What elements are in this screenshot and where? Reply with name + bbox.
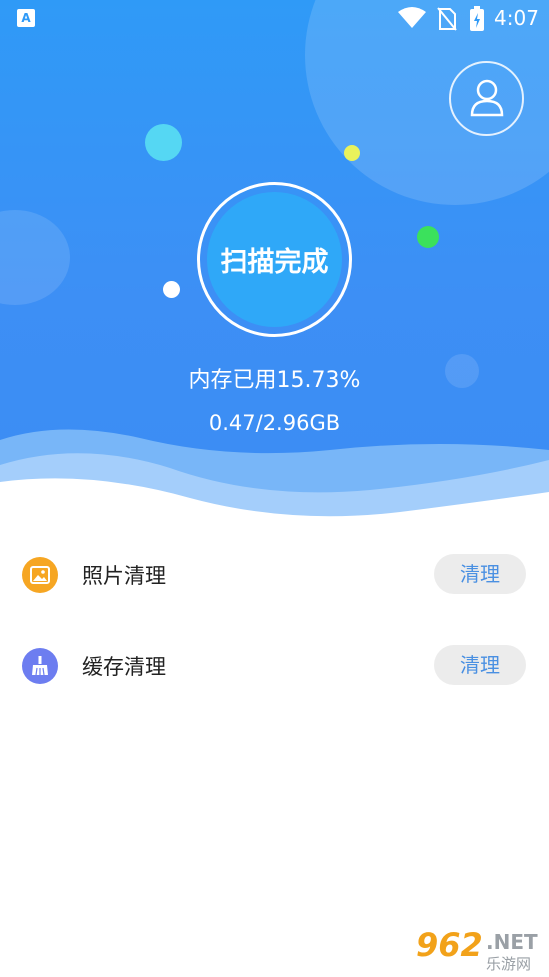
app-notification-icon: A [17,9,35,27]
decor-dot-green [417,226,439,248]
scan-complete-label: 扫描完成 [207,192,342,327]
decor-circle-left [0,210,70,305]
scan-status-circle[interactable]: 扫描完成 [197,182,352,337]
watermark-chinese: 乐游网 [486,955,532,973]
memory-used-text: 内存已用15.73% [188,368,361,393]
watermark-number: 962 [416,926,483,964]
battery-charging-icon [470,6,484,31]
watermark-domain: .NET [486,930,538,954]
decor-dot-white [163,281,180,298]
status-time: 4:07 [494,6,539,30]
hero-section: A 4:07 扫描完成 内存已用15.73% 0.47/2.96GB [0,0,549,540]
no-sim-icon [437,7,457,31]
image-icon [22,557,58,593]
profile-button[interactable] [449,61,524,136]
list-item-photo-cleanup[interactable]: 照片清理 清理 [0,545,549,605]
decor-dot-cyan [145,124,182,161]
status-bar: A 4:07 [0,0,549,40]
decor-dot-yellow [344,145,360,161]
watermark-logo: 962 .NET 乐游网 [410,926,545,974]
cache-cleanup-label: 缓存清理 [82,655,166,679]
photo-clean-button[interactable]: 清理 [434,554,526,594]
broom-icon [22,648,58,684]
wifi-icon [398,7,426,28]
user-icon [470,79,504,117]
list-item-cache-cleanup[interactable]: 缓存清理 清理 [0,636,549,696]
cache-clean-button[interactable]: 清理 [434,645,526,685]
wave-divider [0,429,549,540]
photo-cleanup-label: 照片清理 [82,564,166,588]
